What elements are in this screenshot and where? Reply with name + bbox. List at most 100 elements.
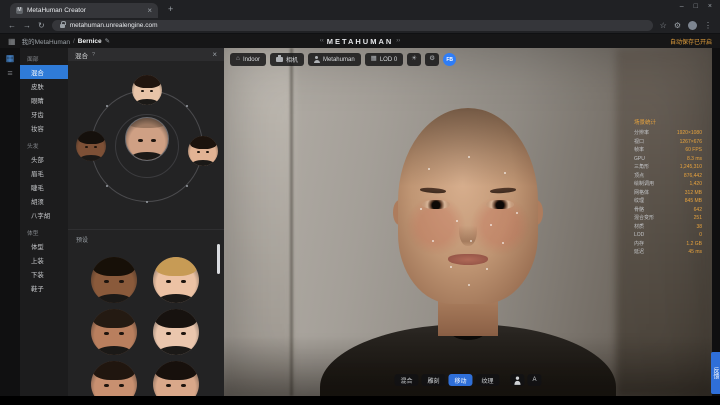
- feedback-tab[interactable]: 反馈: [711, 352, 720, 394]
- metahuman-logo: ‹‹ METAHUMAN ››: [320, 37, 401, 46]
- lighting-toggle-button[interactable]: ☀: [407, 53, 421, 66]
- environment-dropdown[interactable]: ⌂ Indoor: [230, 53, 266, 66]
- shoulders-shape: [97, 294, 132, 303]
- sidebar-item-牙齿[interactable]: 牙齿: [20, 107, 68, 121]
- url-bar[interactable]: metahuman.unrealengine.com: [52, 20, 653, 31]
- preview-badge-button[interactable]: FB: [443, 53, 456, 66]
- sidebar-item-体型[interactable]: 体型: [20, 239, 68, 253]
- sidebar-item-混合[interactable]: 混合: [20, 65, 68, 79]
- stat-row: GPU8.3 ms: [634, 155, 702, 164]
- eye-dot: [119, 332, 124, 336]
- blend-ring-dot[interactable]: [106, 185, 108, 187]
- character-head[interactable]: [398, 108, 538, 304]
- stats-list: 分辨率1920×1080视口1267×676帧率60 FPSGPU8.3 ms三…: [634, 129, 702, 257]
- browser-menu-icon[interactable]: ⋮: [704, 22, 712, 30]
- mode-button-混合[interactable]: 混合: [394, 374, 418, 386]
- stat-row: 视口1267×676: [634, 138, 702, 147]
- rail-grid-icon[interactable]: ▦: [0, 54, 20, 63]
- stat-value: 1,420: [689, 180, 702, 189]
- blend-ring-dot[interactable]: [106, 105, 108, 107]
- breadcrumb-root[interactable]: 我的MetaHuman: [22, 36, 70, 46]
- preset-thumbnail[interactable]: [153, 361, 199, 396]
- sidebar-item-皮肤[interactable]: 皮肤: [20, 79, 68, 93]
- settings-toggle-button[interactable]: ⚙: [425, 53, 439, 66]
- back-icon[interactable]: ←: [8, 22, 16, 30]
- stat-value: 1.2 GB: [686, 240, 702, 249]
- eye-dot: [141, 90, 144, 92]
- sidebar-item-胡须[interactable]: 胡须: [20, 194, 68, 208]
- category-list: 面部混合皮肤眼睛牙齿妆容头发头部眉毛睫毛胡须八字胡体型体型上装下装鞋子: [20, 48, 68, 295]
- lighting-sun-icon: ☀: [411, 56, 417, 63]
- sidebar-item-睫毛[interactable]: 睫毛: [20, 180, 68, 194]
- stat-value: 0: [699, 231, 702, 240]
- stat-label: 纹理: [634, 197, 644, 206]
- stat-row: 网格体312 MB: [634, 189, 702, 198]
- stat-value: 251: [694, 214, 702, 223]
- tab-close-icon[interactable]: ×: [147, 6, 152, 15]
- sidebar-item-鞋子[interactable]: 鞋子: [20, 281, 68, 295]
- hair-shape: [93, 309, 134, 328]
- stat-value: 642: [694, 206, 702, 215]
- sidebar-item-头部[interactable]: 头部: [20, 152, 68, 166]
- close-window-icon[interactable]: ×: [708, 3, 712, 10]
- profile-avatar[interactable]: [688, 21, 697, 30]
- preset-thumbnail[interactable]: [91, 309, 137, 355]
- browser-tab[interactable]: M MetaHuman Creator ×: [10, 3, 158, 18]
- body-preview-button[interactable]: [511, 374, 525, 386]
- sidebar-item-上装[interactable]: 上装: [20, 253, 68, 267]
- stats-title: 场景统计: [634, 118, 702, 126]
- tab-title: MetaHuman Creator: [27, 7, 143, 14]
- sidebar-item-眉毛[interactable]: 眉毛: [20, 166, 68, 180]
- camera-dropdown[interactable]: 相机: [270, 53, 304, 66]
- blend-ring-dot[interactable]: [186, 105, 188, 107]
- preset-thumbnail[interactable]: [153, 257, 199, 303]
- tab-favicon-icon: M: [16, 7, 23, 14]
- blend-avatar-center[interactable]: [125, 117, 169, 161]
- new-tab-button[interactable]: +: [168, 4, 173, 14]
- auto-rig-button[interactable]: A: [528, 374, 542, 386]
- hair-shape: [155, 361, 196, 380]
- mode-button-移动[interactable]: 移动: [449, 374, 473, 386]
- hair-shape: [134, 75, 161, 88]
- panel-scrollbar[interactable]: [217, 244, 220, 274]
- lod-dropdown[interactable]: ▦ LOD 0: [365, 53, 404, 66]
- preset-thumbnail[interactable]: [91, 257, 137, 303]
- blend-avatar-right[interactable]: [188, 136, 218, 166]
- reload-icon[interactable]: ↻: [38, 22, 45, 30]
- minimize-icon[interactable]: –: [680, 3, 684, 10]
- blend-avatar-top[interactable]: [132, 75, 162, 105]
- sidebar-item-下装[interactable]: 下装: [20, 267, 68, 281]
- bookmark-star-icon[interactable]: ☆: [660, 22, 667, 30]
- face-marker-dots[interactable]: [398, 108, 400, 110]
- blend-avatar-left[interactable]: [76, 131, 106, 161]
- category-section-header: 体型: [20, 222, 68, 239]
- app-topbar: ▦ 我的MetaHuman / Bernice ✎ ‹‹ METAHUMAN ›…: [0, 34, 720, 48]
- preset-thumbnail[interactable]: [153, 309, 199, 355]
- forward-icon[interactable]: →: [23, 22, 31, 30]
- blend-ring-dot[interactable]: [186, 185, 188, 187]
- close-panel-icon[interactable]: ×: [212, 50, 217, 59]
- maximize-icon[interactable]: □: [694, 3, 698, 10]
- rail-sliders-icon[interactable]: ≡: [0, 69, 20, 78]
- stat-label: 分辨率: [634, 129, 649, 138]
- viewport-3d[interactable]: ⌂ Indoor 相机 Metahuman ▦ LOD 0 ☀ ⚙ FB: [224, 48, 712, 396]
- mode-button-雕刻[interactable]: 雕刻: [421, 374, 445, 386]
- metahuman-person-icon: [314, 56, 320, 63]
- sidebar-item-眼睛[interactable]: 眼睛: [20, 93, 68, 107]
- head-mesh: [398, 108, 538, 304]
- quality-dropdown[interactable]: Metahuman: [308, 53, 361, 66]
- info-icon[interactable]: ?: [92, 52, 95, 58]
- mode-button-纹理[interactable]: 纹理: [476, 374, 500, 386]
- hair-shape: [78, 131, 105, 144]
- sidebar-item-妆容[interactable]: 妆容: [20, 121, 68, 135]
- apps-grid-icon[interactable]: ▦: [8, 37, 16, 46]
- shoulders-shape: [159, 294, 194, 303]
- rename-pencil-icon[interactable]: ✎: [105, 37, 110, 45]
- extensions-icon[interactable]: ⚙: [674, 22, 681, 30]
- logo-right-ornament-icon: ››: [396, 38, 400, 44]
- preset-thumbnail[interactable]: [91, 361, 137, 396]
- eye-dot: [206, 151, 209, 153]
- lod-icon: ▦: [371, 56, 377, 63]
- blend-ring-dot[interactable]: [146, 201, 148, 203]
- sidebar-item-八字胡[interactable]: 八字胡: [20, 208, 68, 222]
